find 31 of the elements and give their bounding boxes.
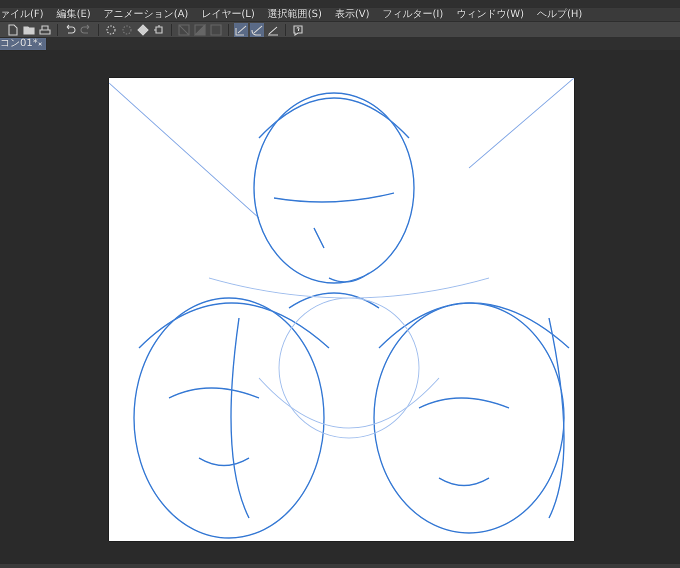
menu-item[interactable]: アニメーション(A): [104, 8, 188, 20]
toolbar-button[interactable]: [6, 22, 20, 36]
square-icon: [210, 24, 222, 36]
ruler-icon: [267, 26, 279, 36]
pen-curve-icon: [251, 24, 263, 36]
help-icon: [293, 24, 303, 36]
undo-icon: [66, 24, 76, 34]
printer-icon: [39, 24, 51, 34]
menu-item[interactable]: レイヤー(L): [201, 8, 255, 20]
redo-icon: [80, 24, 90, 34]
toolbar-button[interactable]: [291, 22, 305, 36]
menu-item[interactable]: ァイル(F): [0, 8, 44, 20]
close-icon[interactable]: [38, 41, 42, 47]
menu-item[interactable]: ウィンドウ(W): [456, 8, 524, 20]
toolbar-button[interactable]: [38, 22, 52, 36]
menu-item[interactable]: 選択範囲(S): [268, 8, 322, 20]
toolbar-button[interactable]: [234, 22, 248, 36]
pen-line-icon: [235, 24, 247, 36]
half-square-icon: [194, 24, 206, 36]
dotted-circle-icon: [122, 24, 132, 34]
menu-item[interactable]: 表示(V): [334, 8, 370, 20]
document-tab[interactable]: コン01*: [0, 38, 46, 50]
toolbar-button[interactable]: [250, 22, 264, 36]
toolbar-button[interactable]: [104, 22, 118, 36]
menu-item[interactable]: ヘルプ(H): [537, 8, 582, 20]
transform-icon: [153, 24, 163, 34]
menu-item[interactable]: 編集(E): [56, 8, 91, 20]
folder-icon: [23, 26, 35, 34]
menu-item[interactable]: フィルター(I): [382, 8, 444, 20]
page-icon: [8, 24, 18, 36]
dotted-circle-icon: [106, 24, 116, 34]
